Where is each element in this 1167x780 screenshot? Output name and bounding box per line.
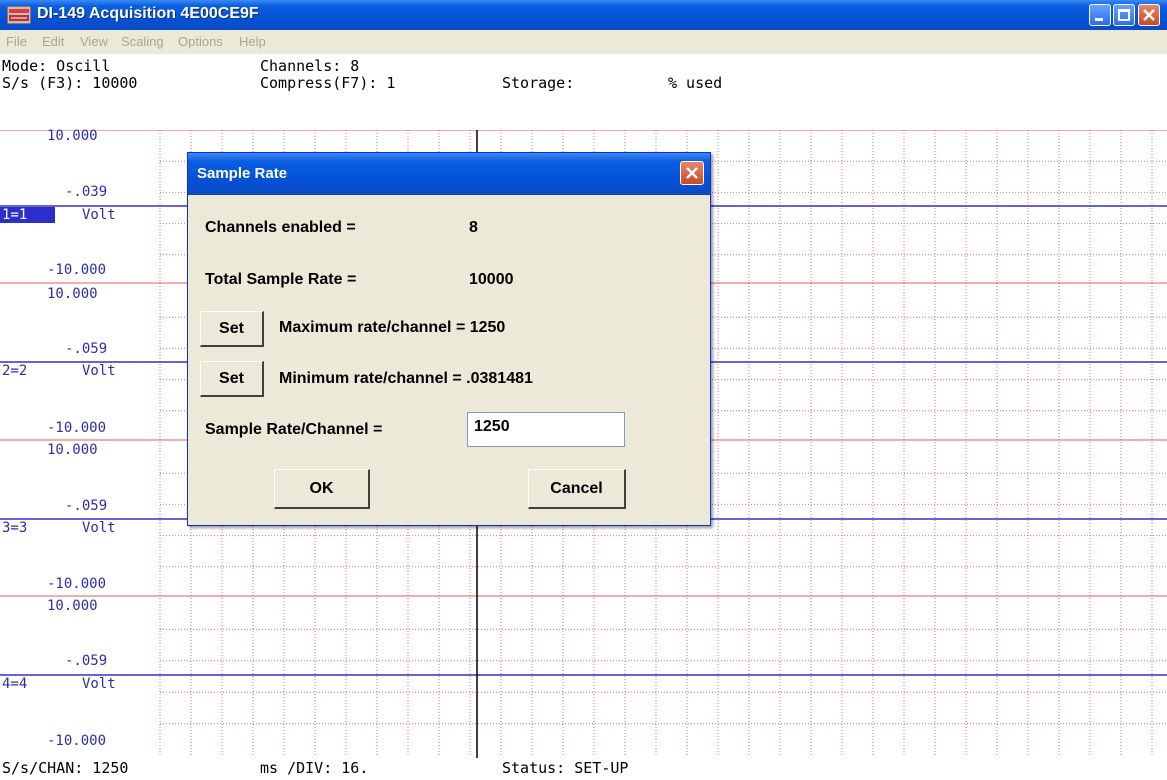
channels-enabled-label: Channels enabled = bbox=[205, 219, 356, 236]
rate-per-channel-input[interactable]: 1250 bbox=[467, 412, 625, 447]
status-bar: S/s/CHAN: 1250 ms /DIV: 16. Status: SET-… bbox=[0, 758, 1167, 780]
ch3-id-label[interactable]: 3=3 bbox=[2, 520, 27, 536]
ok-button[interactable]: OK bbox=[274, 469, 370, 509]
max-rate-text: Maximum rate/channel = 1250 bbox=[279, 319, 506, 336]
storage-text: Storage: bbox=[502, 74, 575, 92]
menu-scaling[interactable]: Scaling bbox=[121, 34, 164, 49]
close-icon bbox=[1143, 9, 1155, 21]
close-icon bbox=[686, 167, 698, 179]
menu-options[interactable]: Options bbox=[178, 34, 223, 49]
channels-enabled-value: 8 bbox=[469, 219, 478, 236]
sample-rate-dialog: Sample Rate Channels enabled = 8 Total S… bbox=[187, 152, 711, 526]
ch4-unit-label: Volt bbox=[82, 676, 116, 692]
title-bar[interactable]: DI-149 Acquisition 4E00CE9F bbox=[0, 0, 1167, 30]
app-icon bbox=[7, 6, 31, 24]
ch2-mid-label: -.059 bbox=[65, 341, 108, 357]
menu-bar: File Edit View Scaling Options Help bbox=[0, 30, 1167, 54]
minimize-button[interactable] bbox=[1089, 4, 1111, 26]
menu-help[interactable]: Help bbox=[239, 34, 266, 49]
rate-per-channel-label: Sample Rate/Channel = bbox=[205, 421, 383, 438]
ch2-max-label: 10.000 bbox=[47, 286, 98, 302]
close-button[interactable] bbox=[1138, 4, 1160, 26]
ch4-min-label: -10.000 bbox=[47, 733, 107, 749]
window-title: DI-149 Acquisition 4E00CE9F bbox=[37, 5, 259, 22]
cancel-button[interactable]: Cancel bbox=[528, 469, 626, 509]
channels-text: Channels: 8 bbox=[260, 57, 360, 75]
ch3-mid-label: -.059 bbox=[65, 498, 108, 514]
ch3-min-label: -10.000 bbox=[47, 576, 107, 592]
mode-text: Mode: Oscill bbox=[2, 57, 111, 75]
total-rate-label: Total Sample Rate = bbox=[205, 271, 357, 288]
ch2-min-label: -10.000 bbox=[47, 420, 107, 436]
info-panel: Mode: Oscill Channels: 8 S/s (F3): 10000… bbox=[0, 54, 1167, 129]
ch2-unit-label: Volt bbox=[82, 363, 116, 379]
ch1-max-label: 10.000 bbox=[47, 128, 98, 144]
minimize-icon bbox=[1095, 18, 1103, 21]
total-rate-value: 10000 bbox=[469, 271, 514, 288]
min-rate-text: Minimum rate/channel = .0381481 bbox=[279, 370, 533, 387]
ch1-unit-label: Volt bbox=[82, 207, 116, 223]
maximize-icon bbox=[1118, 9, 1130, 21]
dialog-title-bar[interactable]: Sample Rate bbox=[188, 153, 710, 195]
set-max-rate-button[interactable]: Set bbox=[200, 311, 264, 347]
chan-rate-status: S/s/CHAN: 1250 bbox=[2, 759, 129, 777]
menu-view[interactable]: View bbox=[80, 34, 108, 49]
ch1-id-label[interactable]: 1=1 bbox=[0, 207, 56, 223]
compress-text[interactable]: Compress(F7): 1 bbox=[260, 74, 395, 92]
ch1-min-label: -10.000 bbox=[47, 262, 107, 278]
ch3-max-label: 10.000 bbox=[47, 442, 98, 458]
menu-file[interactable]: File bbox=[6, 34, 27, 49]
ch1-mid-label: -.039 bbox=[65, 184, 108, 200]
set-min-rate-button[interactable]: Set bbox=[200, 361, 264, 397]
setup-status: Status: SET-UP bbox=[502, 759, 629, 777]
ch4-mid-label: -.059 bbox=[65, 653, 108, 669]
ch4-max-label: 10.000 bbox=[47, 598, 98, 614]
maximize-button[interactable] bbox=[1113, 4, 1135, 26]
ch4-id-label[interactable]: 4=4 bbox=[2, 676, 27, 692]
ms-div-status: ms /DIV: 16. bbox=[260, 759, 369, 777]
ch2-id-label[interactable]: 2=2 bbox=[2, 363, 27, 379]
storage-used-text: % used bbox=[668, 74, 723, 92]
ch3-unit-label: Volt bbox=[82, 520, 116, 536]
dialog-title: Sample Rate bbox=[197, 165, 288, 182]
dialog-close-button[interactable] bbox=[680, 161, 704, 185]
sample-rate-text[interactable]: S/s (F3): 10000 bbox=[2, 74, 137, 92]
menu-edit[interactable]: Edit bbox=[42, 34, 64, 49]
